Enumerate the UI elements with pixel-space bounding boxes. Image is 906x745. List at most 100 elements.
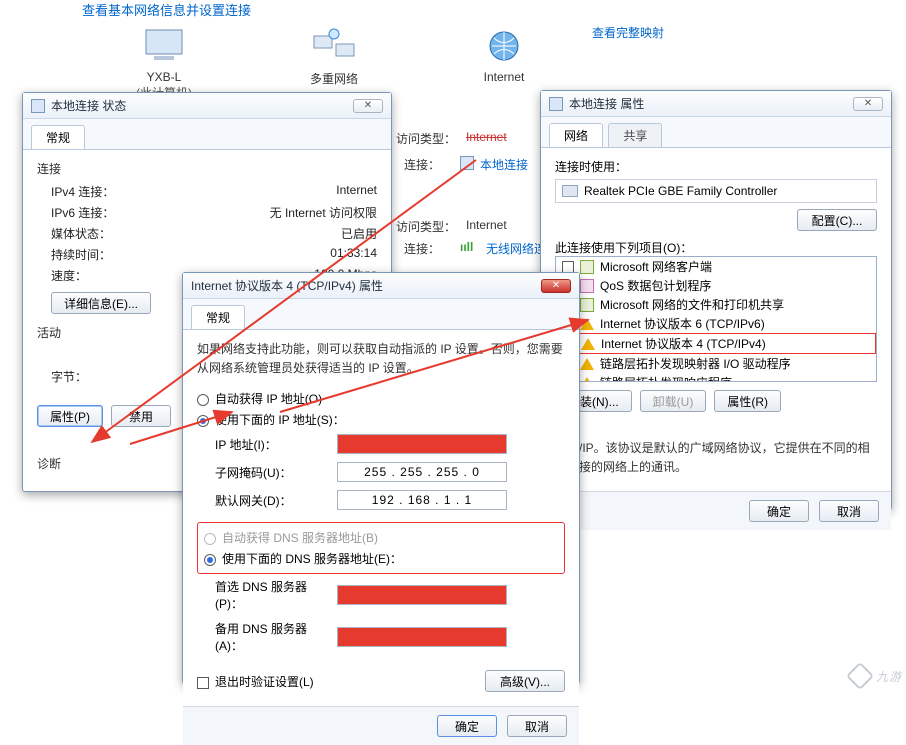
- ip-label: IP 地址(I)：: [197, 436, 327, 453]
- mask-input[interactable]: 255 . 255 . 255 . 0: [337, 462, 507, 482]
- item-label: Microsoft 网络客户端: [600, 258, 712, 275]
- list-item[interactable]: Internet 协议版本 6 (TCP/IPv6): [556, 314, 876, 333]
- props-titlebar: 本地连接 属性 ✕: [541, 91, 891, 117]
- adapter-box: Realtek PCIe GBE Family Controller: [555, 179, 877, 203]
- status-titlebar: 本地连接 状态 ✕: [23, 93, 391, 119]
- view-full-map-link[interactable]: 查看完整映射: [592, 24, 664, 41]
- props-title: 本地连接 属性: [569, 95, 644, 112]
- details-button[interactable]: 详细信息(E)...: [51, 292, 151, 314]
- gw-input[interactable]: 192 . 168 . 1 . 1: [337, 490, 507, 510]
- duration-label: 持续时间：: [37, 246, 111, 263]
- bg-connection-label-2: 连接：: [404, 240, 440, 257]
- plug-icon: [549, 97, 563, 111]
- list-item[interactable]: Microsoft 网络客户端: [556, 257, 876, 276]
- radio-auto-ip[interactable]: [197, 394, 209, 406]
- computer-icon: [140, 28, 188, 64]
- bg-access-type-label-2: 访问类型：: [396, 218, 456, 235]
- checkbox-icon[interactable]: [562, 261, 574, 273]
- bg-access-type-label: 访问类型：: [396, 130, 456, 147]
- close-button[interactable]: ✕: [541, 279, 571, 293]
- dns1-label: 首选 DNS 服务器(P)：: [197, 578, 327, 612]
- cancel-button[interactable]: 取消: [819, 500, 879, 522]
- watermark: 九游: [850, 665, 902, 686]
- advanced-button[interactable]: 高级(V)...: [485, 670, 565, 692]
- netmap-pc: YXB-L (此计算机): [136, 28, 192, 101]
- close-button[interactable]: ✕: [853, 97, 883, 111]
- ip-input[interactable]: [337, 434, 507, 454]
- pc-name: YXB-L: [136, 70, 192, 84]
- globe-icon: [480, 28, 528, 64]
- group-connection: 连接: [37, 160, 377, 177]
- item-icon: [580, 260, 594, 274]
- ipv4-tabstrip: 常规: [183, 299, 579, 330]
- netmap-internet: Internet: [480, 28, 528, 84]
- item-label: Internet 协议版本 4 (TCP/IPv4): [601, 335, 766, 352]
- desc-text: TCP/IP。该协议是默认的广域网络协议，它提供在不同的相互连接的网络上的通讯。: [555, 439, 877, 477]
- item-icon: [580, 298, 594, 312]
- ipv6-value: 无 Internet 访问权限: [270, 204, 377, 221]
- list-item[interactable]: Internet 协议版本 4 (TCP/IPv4): [556, 333, 876, 354]
- components-listbox[interactable]: Microsoft 网络客户端 QoS 数据包计划程序 Microsoft 网络的文…: [555, 256, 877, 382]
- cancel-button[interactable]: 取消: [507, 715, 567, 737]
- bytes-label: 字节：: [37, 368, 87, 385]
- items-label: 此连接使用下列项目(O)：: [555, 239, 877, 256]
- validate-checkbox[interactable]: [197, 677, 209, 689]
- radio-use-dns[interactable]: [204, 554, 216, 566]
- gw-label: 默认网关(D)：: [197, 492, 327, 509]
- media-label: 媒体状态：: [37, 225, 111, 242]
- disable-button[interactable]: 禁用: [111, 405, 171, 427]
- auto-dns-label: 自动获得 DNS 服务器地址(B): [222, 531, 378, 545]
- list-item[interactable]: 链路层拓扑发现响应程序: [556, 373, 876, 382]
- media-value: 已启用: [341, 225, 377, 242]
- ok-button[interactable]: 确定: [437, 715, 497, 737]
- item-icon: [580, 279, 594, 293]
- ipv4-label: IPv4 连接：: [37, 183, 114, 200]
- list-item[interactable]: QoS 数据包计划程序: [556, 276, 876, 295]
- dns2-label: 备用 DNS 服务器(A)：: [197, 620, 327, 654]
- connect-using-label: 连接时使用：: [555, 158, 877, 175]
- ipv4-titlebar: Internet 协议版本 4 (TCP/IPv4) 属性 ✕: [183, 273, 579, 299]
- tab-network[interactable]: 网络: [549, 123, 603, 147]
- ipv6-label: IPv6 连接：: [37, 204, 114, 221]
- tab-share[interactable]: 共享: [608, 123, 662, 147]
- props-window: 本地连接 属性 ✕ 网络 共享 连接时使用： Realtek PCIe GBE …: [540, 90, 892, 510]
- list-item[interactable]: 链路层拓扑发现映射器 I/O 驱动程序: [556, 354, 876, 373]
- configure-button[interactable]: 配置(C)...: [797, 209, 877, 231]
- item-icon: [580, 358, 594, 370]
- ok-button[interactable]: 确定: [749, 500, 809, 522]
- speed-label: 速度：: [37, 267, 87, 284]
- item-label: QoS 数据包计划程序: [600, 277, 711, 294]
- use-ip-label: 使用下面的 IP 地址(S)：: [215, 413, 345, 427]
- multi-label: 多重网络: [310, 70, 358, 87]
- nic-icon: [562, 185, 578, 197]
- item-label: 链路层拓扑发现响应程序: [600, 374, 732, 382]
- adapter-name: Realtek PCIe GBE Family Controller: [584, 184, 777, 198]
- item-label: Internet 协议版本 6 (TCP/IPv6): [600, 315, 765, 332]
- uninstall-button[interactable]: 卸载(U): [640, 390, 707, 412]
- bg-connection-link[interactable]: 本地连接: [480, 156, 528, 173]
- item-props-button[interactable]: 属性(R): [714, 390, 781, 412]
- ipv4-value: Internet: [336, 183, 377, 200]
- status-tabstrip: 常规: [23, 119, 391, 150]
- dns2-input[interactable]: [337, 627, 507, 647]
- bg-plug-icon: [460, 156, 474, 173]
- properties-button[interactable]: 属性(P): [37, 405, 103, 427]
- bg-access-type-value: Internet: [466, 130, 507, 144]
- list-item[interactable]: Microsoft 网络的文件和打印机共享: [556, 295, 876, 314]
- network-icon: [310, 28, 358, 64]
- radio-use-ip[interactable]: [197, 415, 209, 427]
- use-dns-label: 使用下面的 DNS 服务器地址(E)：: [222, 552, 402, 566]
- tab-general[interactable]: 常规: [31, 125, 85, 149]
- internet-label: Internet: [480, 70, 528, 84]
- item-icon: [581, 338, 595, 350]
- close-button[interactable]: ✕: [353, 99, 383, 113]
- status-title: 本地连接 状态: [51, 97, 126, 114]
- ipv4-window: Internet 协议版本 4 (TCP/IPv4) 属性 ✕ 常规 如果网络支…: [182, 272, 580, 684]
- tab-general[interactable]: 常规: [191, 305, 245, 329]
- duration-value: 01:33:14: [330, 246, 377, 263]
- item-icon: [580, 318, 594, 330]
- dns1-input[interactable]: [337, 585, 507, 605]
- item-label: Microsoft 网络的文件和打印机共享: [600, 296, 784, 313]
- validate-label: 退出时验证设置(L): [215, 675, 314, 689]
- wifi-icon: ııll: [460, 240, 473, 254]
